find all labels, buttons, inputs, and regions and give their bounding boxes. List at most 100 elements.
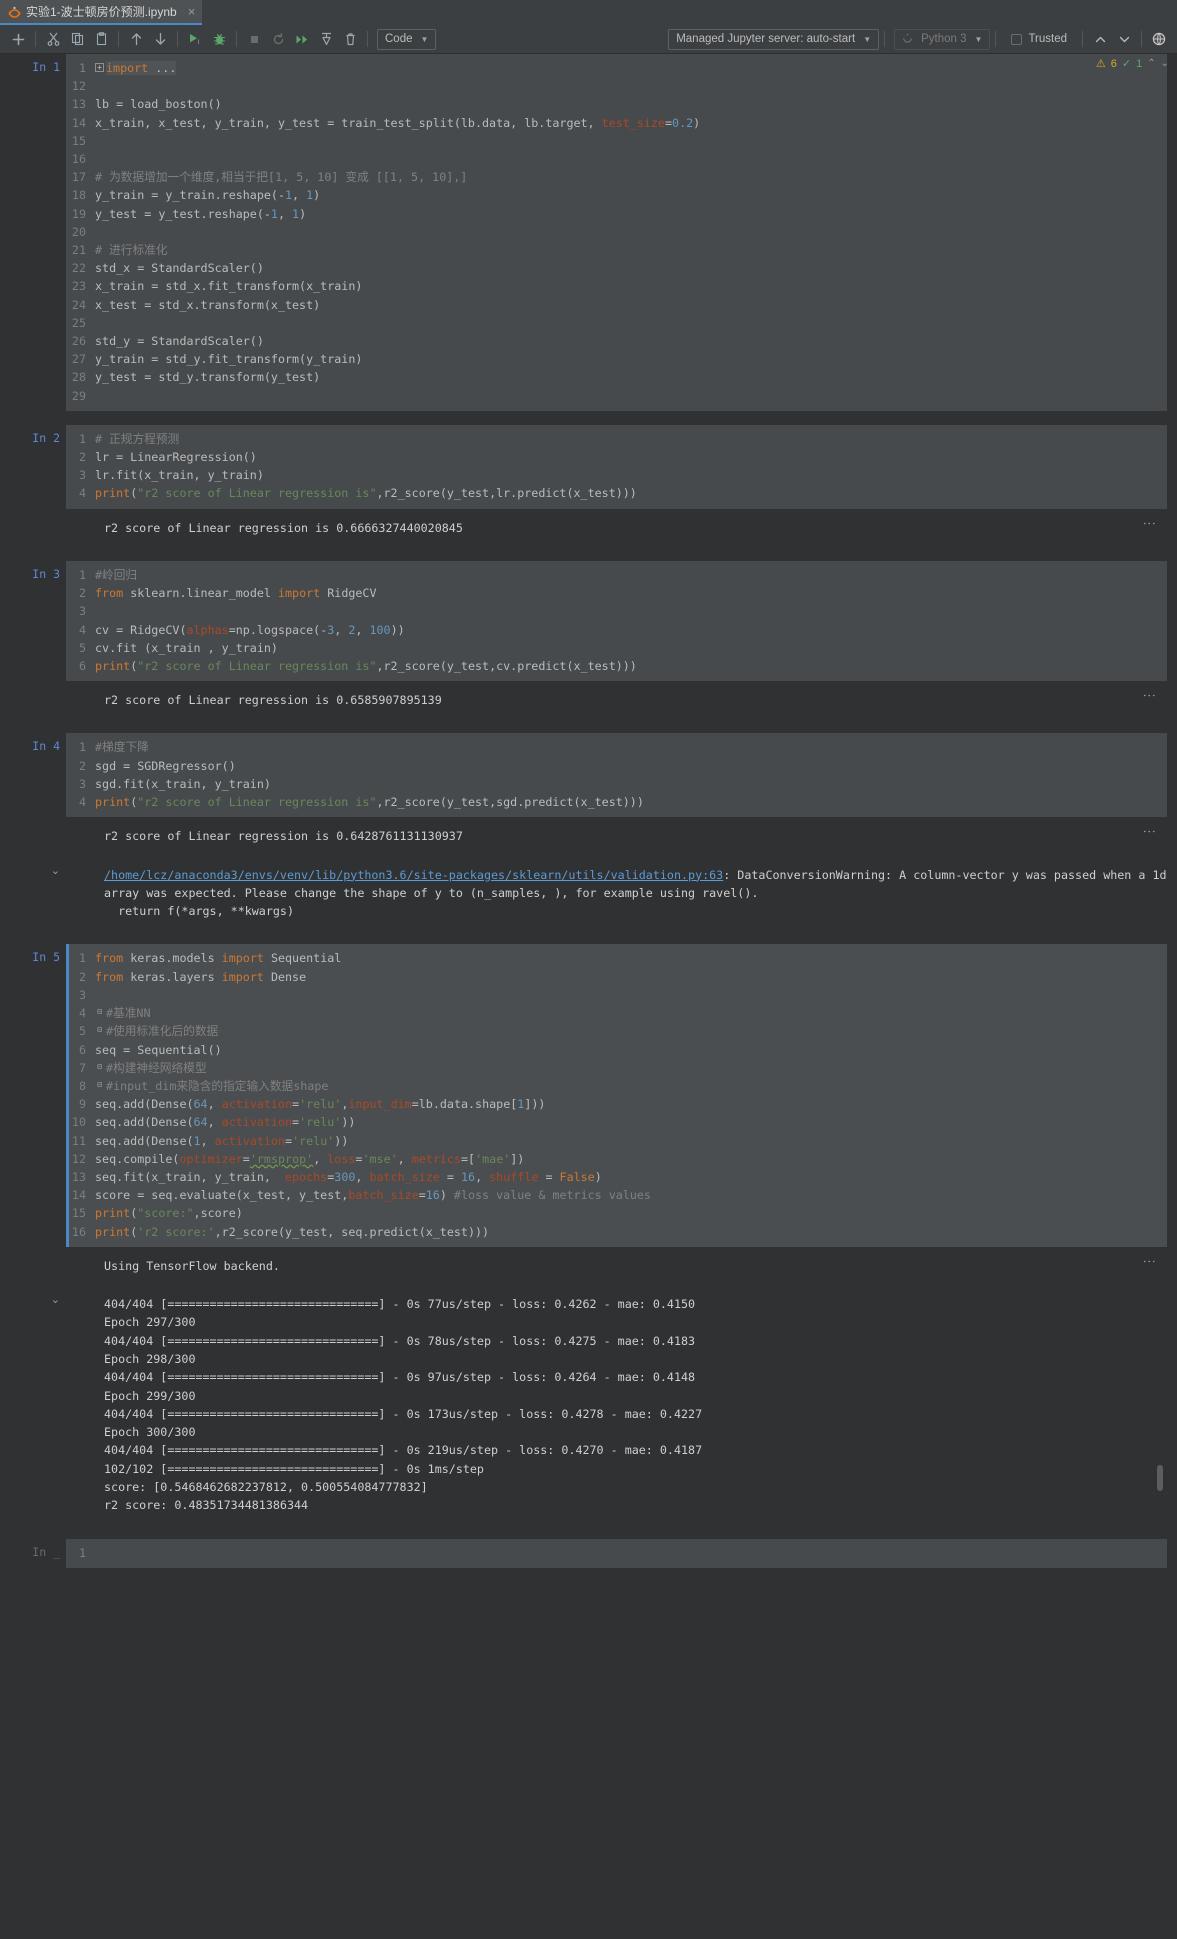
code-text: lr = LinearRegression() bbox=[95, 450, 257, 465]
fold-collapse-icon[interactable]: ⊟ bbox=[95, 1008, 104, 1017]
code-line: 1 #岭回归 bbox=[69, 566, 1167, 584]
notebook-cell[interactable]: In 2 1 # 正规方程预测 2 lr = LinearRegression() 3 lr… bbox=[0, 424, 1177, 547]
line-number: 8 bbox=[78, 1078, 86, 1093]
line-number: 13 bbox=[71, 97, 86, 112]
close-icon[interactable]: × bbox=[188, 5, 196, 18]
line-number: 28 bbox=[71, 370, 86, 385]
line-number: 15 bbox=[71, 1206, 86, 1221]
code-text: cv.fit (x_train , y_train) bbox=[95, 640, 278, 655]
line-number: 16 bbox=[71, 152, 86, 167]
cell-output: ⌄ /home/lcz/anaconda3/envs/venv/lib/pytho… bbox=[0, 855, 1177, 931]
previous-cell-button[interactable] bbox=[1088, 27, 1112, 51]
code-line: 12 seq.compile(optimizer='rmsprop', loss=… bbox=[69, 1150, 1167, 1168]
notebook-cell[interactable]: In 1 1 + import ... 12 13 lb = load_boston() 14… bbox=[0, 54, 1177, 411]
line-number: 10 bbox=[71, 1115, 86, 1130]
add-cell-button[interactable] bbox=[6, 27, 30, 51]
cell-output: r2 score of Linear regression is 0.65859… bbox=[0, 681, 1177, 720]
notebook-cell[interactable]: In 4 1 #梯度下降 2 sgd = SGDRegressor() 3 sgd.fit(… bbox=[0, 733, 1177, 931]
cell-source-editor[interactable]: 1 #梯度下降 2 sgd = SGDRegressor() 3 sgd.fit(x_tr… bbox=[66, 733, 1167, 818]
debug-cell-button[interactable] bbox=[207, 27, 231, 51]
cell-source-editor[interactable]: 1 bbox=[66, 1538, 1167, 1568]
cell-output: r2 score of Linear regression is 0.64287… bbox=[0, 817, 1177, 856]
trusted-checkbox[interactable]: Trusted bbox=[1001, 33, 1077, 45]
line-number: 6 bbox=[78, 658, 86, 673]
toolbar-right-group: Managed Jupyter server: auto-start ▼ Pyt… bbox=[664, 27, 1171, 51]
interrupt-kernel-button[interactable] bbox=[242, 27, 266, 51]
output-options-icon[interactable]: ⋮ bbox=[1141, 517, 1156, 530]
code-line: 2 from keras.layers import Dense bbox=[69, 968, 1167, 986]
code-text: ⊟ #构建神经网络模型 bbox=[95, 1059, 206, 1077]
inspection-up-icon[interactable]: ⌃ bbox=[1147, 58, 1155, 69]
cut-cell-button[interactable] bbox=[41, 27, 65, 51]
code-text: # 进行标准化 bbox=[95, 243, 168, 258]
traceback-file-link[interactable]: /home/lcz/anaconda3/envs/venv/lib/python… bbox=[104, 868, 723, 882]
jupyter-server-value: Managed Jupyter server: auto-start bbox=[676, 33, 856, 45]
output-gutter: ⌄ bbox=[0, 1285, 66, 1525]
output-collapse-chevron-icon[interactable]: ⌄ bbox=[51, 1294, 60, 1306]
globe-icon[interactable] bbox=[1147, 27, 1171, 51]
code-line: 1 #梯度下降 bbox=[69, 738, 1167, 756]
code-text: x_train, x_test, y_train, y_test = train… bbox=[95, 115, 701, 130]
notebook-toolbar: I Code ▼ Managed Jupyter server: auto-st… bbox=[0, 25, 1177, 54]
cell-type-select[interactable]: Code ▼ bbox=[377, 28, 437, 50]
notebook-cell[interactable]: In _ 1 bbox=[0, 1538, 1177, 1568]
output-options-icon[interactable]: ⋮ bbox=[1141, 825, 1156, 838]
output-options-icon[interactable]: ⋮ bbox=[1141, 689, 1156, 702]
output-gutter bbox=[0, 817, 66, 855]
output-gutter bbox=[0, 1247, 66, 1285]
delete-cell-button[interactable] bbox=[338, 27, 362, 51]
line-number: 24 bbox=[71, 297, 86, 312]
fold-expand-icon[interactable]: + bbox=[95, 63, 104, 72]
kernel-select[interactable]: Python 3 ▼ bbox=[894, 28, 991, 50]
code-line: 2 sgd = SGDRegressor() bbox=[69, 757, 1167, 775]
jupyter-server-select[interactable]: Managed Jupyter server: auto-start ▼ bbox=[668, 28, 880, 50]
editor-tab-notebook[interactable]: 实验1-波士顿房价预测.ipynb × bbox=[0, 0, 203, 25]
inspection-widget[interactable]: ⚠ 6 ✓ 1 ⌃ ⌄ bbox=[1095, 57, 1169, 71]
code-text: from sklearn.linear_model import RidgeCV bbox=[95, 586, 377, 601]
fold-collapse-icon[interactable]: ⊟ bbox=[95, 1062, 104, 1072]
code-text: ⊟ #基准NN bbox=[95, 1004, 150, 1022]
cell-input-row: In 5 1 from keras.models import Sequential… bbox=[0, 944, 1177, 1247]
output-scrollbar-thumb[interactable] bbox=[1157, 1465, 1163, 1492]
cell-source-editor[interactable]: 1 + import ... 12 13 lb = load_boston() 14 x_tr… bbox=[66, 54, 1167, 411]
restart-kernel-button[interactable] bbox=[266, 27, 290, 51]
code-line: 3 lr.fit(x_train, y_train) bbox=[69, 466, 1167, 484]
code-line: 3 bbox=[69, 986, 1167, 1004]
inspection-down-icon[interactable]: ⌄ bbox=[1161, 58, 1169, 69]
cell-source-editor[interactable]: 1 #岭回归 2 from sklearn.linear_model import R… bbox=[66, 560, 1167, 682]
notebook-cell[interactable]: In 3 1 #岭回归 2 from sklearn.linear_model impo… bbox=[0, 560, 1177, 720]
output-text: /home/lcz/anaconda3/envs/venv/lib/python… bbox=[66, 856, 1167, 931]
code-text: seq.add(Dense(64, activation='relu',inpu… bbox=[95, 1097, 546, 1112]
cell-source-editor[interactable]: 1 from keras.models import Sequential 2 fro… bbox=[66, 944, 1167, 1247]
move-cell-up-button[interactable] bbox=[124, 27, 148, 51]
code-text: from keras.layers import Dense bbox=[95, 969, 307, 984]
line-number: 1 bbox=[78, 740, 86, 755]
output-options-icon[interactable]: ⋮ bbox=[1141, 1255, 1156, 1268]
code-line: 3 sgd.fit(x_train, y_train) bbox=[69, 775, 1167, 793]
move-cell-down-button[interactable] bbox=[148, 27, 172, 51]
line-number: 20 bbox=[71, 224, 86, 239]
fold-collapse-icon[interactable]: ⊟ bbox=[95, 1080, 104, 1090]
code-text: cv = RidgeCV(alphas=np.logspace(-3, 2, 1… bbox=[95, 622, 405, 637]
line-number: 14 bbox=[71, 115, 86, 130]
output-collapse-chevron-icon[interactable]: ⌄ bbox=[51, 865, 60, 877]
cell-source-editor[interactable]: 1 # 正规方程预测 2 lr = LinearRegression() 3 lr.fit… bbox=[66, 424, 1167, 509]
next-cell-button[interactable] bbox=[1112, 27, 1136, 51]
run-cell-button[interactable]: I bbox=[183, 27, 207, 51]
code-text: ⊟ #input_dim来隐含的指定输入数据shape bbox=[95, 1077, 328, 1095]
paste-cell-button[interactable] bbox=[89, 27, 113, 51]
toolbar-divider bbox=[367, 31, 368, 47]
code-line: 8 ⊟ #input_dim来隐含的指定输入数据shape bbox=[69, 1077, 1167, 1095]
restart-and-run-button[interactable] bbox=[314, 27, 338, 51]
copy-cell-button[interactable] bbox=[65, 27, 89, 51]
warning-icon: ⚠ bbox=[1095, 58, 1106, 70]
code-line: 4 print("r2 score of Linear regression is… bbox=[69, 793, 1167, 811]
notebook-cell[interactable]: In 5 1 from keras.models import Sequential… bbox=[0, 944, 1177, 1525]
code-line: 15 bbox=[69, 132, 1167, 150]
run-all-cells-button[interactable] bbox=[290, 27, 314, 51]
line-number: 4 bbox=[78, 1006, 86, 1021]
fold-collapse-icon[interactable]: ⊟ bbox=[95, 1026, 104, 1035]
notebook-editor[interactable]: ⚠ 6 ✓ 1 ⌃ ⌄ In 1 1 + import ... 12 13 lb = loa… bbox=[0, 54, 1177, 1939]
code-text: lb = load_boston() bbox=[95, 97, 222, 112]
code-text: seq.add(Dense(64, activation='relu')) bbox=[95, 1115, 356, 1130]
